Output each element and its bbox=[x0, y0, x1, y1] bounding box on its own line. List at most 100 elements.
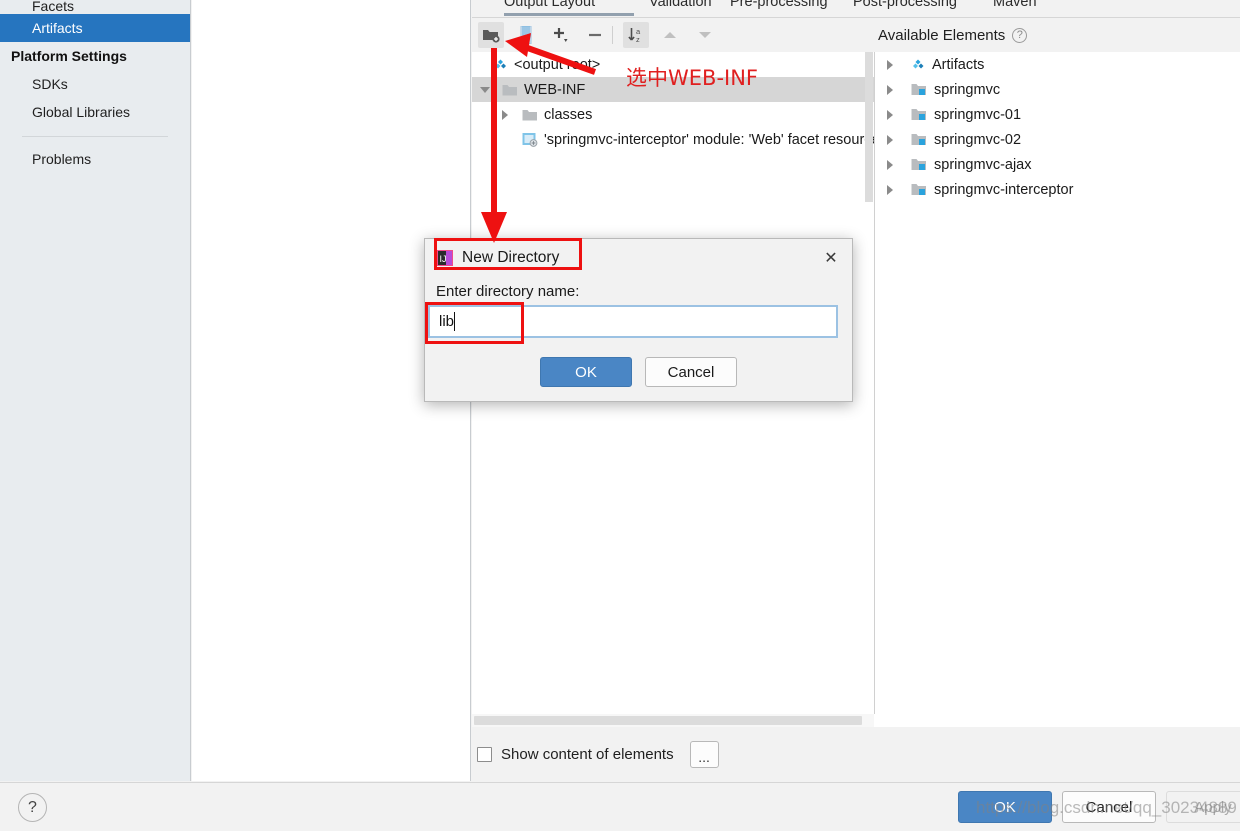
available-elements-tree[interactable]: Artifacts springmvc springmvc-01 springm… bbox=[875, 52, 1240, 714]
expand-toggle[interactable] bbox=[881, 177, 899, 202]
module-folder-icon bbox=[911, 84, 926, 95]
sidebar-group-platform-settings: Platform Settings bbox=[0, 42, 190, 70]
tree-item-label: 'springmvc-interceptor' module: 'Web' fa… bbox=[544, 131, 874, 148]
tree-item-label: springmvc bbox=[934, 81, 1001, 98]
tree-item-label: <output root> bbox=[514, 56, 601, 73]
tree-item-label: springmvc-01 bbox=[934, 106, 1022, 123]
table-row[interactable]: springmvc bbox=[875, 77, 1240, 102]
table-row[interactable]: springmvc-ajax bbox=[875, 152, 1240, 177]
dialog-cancel-button[interactable]: Cancel bbox=[645, 357, 737, 387]
cancel-button[interactable]: Cancel bbox=[1062, 791, 1156, 823]
output-layout-bottom-bar: Show content of elements ... bbox=[472, 727, 1240, 781]
settings-window: Facets Artifacts Platform Settings SDKs … bbox=[0, 0, 1240, 831]
scrollbar-thumb[interactable] bbox=[865, 52, 873, 202]
expand-toggle[interactable] bbox=[476, 77, 494, 102]
tab-post-processing[interactable]: Post-processing bbox=[853, 0, 957, 10]
sidebar-item-artifacts[interactable]: Artifacts bbox=[0, 14, 190, 42]
svg-text:z: z bbox=[636, 35, 640, 44]
available-elements-title: Available Elements bbox=[878, 26, 1006, 44]
expand-toggle[interactable] bbox=[496, 102, 514, 127]
module-folder-icon bbox=[911, 159, 926, 170]
move-down-button[interactable] bbox=[692, 22, 718, 48]
tree-item-label: springmvc-ajax bbox=[934, 156, 1032, 173]
table-row[interactable]: 'springmvc-interceptor' module: 'Web' fa… bbox=[472, 127, 874, 152]
tree-horizontal-scrollbar[interactable] bbox=[472, 714, 874, 727]
expand-toggle[interactable] bbox=[881, 152, 899, 177]
toolbar-separator bbox=[612, 26, 613, 44]
tab-active-indicator bbox=[504, 13, 634, 16]
sidebar-item-global-libraries[interactable]: Global Libraries bbox=[0, 98, 190, 126]
scrollbar-thumb[interactable] bbox=[474, 716, 862, 725]
add-button[interactable] bbox=[548, 22, 574, 48]
available-elements-header: Available Elements ? bbox=[874, 18, 1240, 52]
dialog-footer bbox=[0, 782, 1240, 831]
plus-icon bbox=[554, 28, 568, 42]
table-row[interactable]: <output root> bbox=[472, 52, 874, 77]
settings-sidebar: Facets Artifacts Platform Settings SDKs … bbox=[0, 0, 191, 781]
sidebar-group-label: Platform Settings bbox=[11, 48, 127, 64]
table-row[interactable]: classes bbox=[472, 102, 874, 127]
text-caret bbox=[454, 312, 455, 331]
sidebar-item-label: Artifacts bbox=[32, 20, 83, 36]
module-folder-icon bbox=[911, 134, 926, 145]
tree-item-label: classes bbox=[544, 106, 593, 123]
expand-toggle[interactable] bbox=[881, 77, 899, 102]
tree-item-label: springmvc-02 bbox=[934, 131, 1022, 148]
sort-az-icon: a z bbox=[628, 27, 641, 44]
svg-text:IJ: IJ bbox=[440, 254, 447, 264]
minus-icon bbox=[589, 33, 601, 37]
sidebar-divider bbox=[22, 136, 168, 137]
tab-output-layout[interactable]: Output Layout bbox=[504, 0, 595, 10]
directory-name-input[interactable]: lib bbox=[428, 305, 838, 338]
ok-button[interactable]: OK bbox=[958, 791, 1052, 823]
apply-button[interactable]: Apply bbox=[1166, 791, 1240, 823]
facet-resource-icon bbox=[522, 133, 538, 147]
artifact-tab-strip: Output Layout Validation Pre-processing … bbox=[472, 0, 1240, 18]
sidebar-item-label: Problems bbox=[32, 151, 92, 167]
table-row[interactable]: Artifacts bbox=[875, 52, 1240, 77]
expand-toggle[interactable] bbox=[881, 52, 899, 77]
tree-item-label: WEB-INF bbox=[524, 81, 586, 98]
sidebar-item-problems[interactable]: Problems bbox=[0, 145, 190, 173]
remove-button[interactable] bbox=[582, 22, 608, 48]
sidebar-item-sdks[interactable]: SDKs bbox=[0, 70, 190, 98]
dialog-title-bar: IJ New Directory ✕ bbox=[425, 239, 852, 276]
show-content-label: Show content of elements bbox=[501, 745, 674, 763]
table-row[interactable]: springmvc-interceptor bbox=[875, 177, 1240, 202]
tab-maven[interactable]: Maven bbox=[993, 0, 1037, 10]
tree-vertical-scrollbar[interactable] bbox=[864, 52, 874, 714]
chevron-down-icon bbox=[699, 32, 711, 38]
table-row[interactable]: springmvc-01 bbox=[875, 102, 1240, 127]
browse-button[interactable]: ... bbox=[689, 740, 719, 768]
expand-toggle[interactable] bbox=[881, 127, 899, 152]
show-content-checkbox[interactable] bbox=[477, 746, 492, 762]
sidebar-item-label: Facets bbox=[32, 0, 75, 14]
sidebar-item-facets[interactable]: Facets bbox=[0, 0, 190, 14]
dialog-title: New Directory bbox=[462, 248, 560, 266]
artifact-diamond-icon bbox=[913, 59, 924, 68]
expand-toggle[interactable] bbox=[881, 102, 899, 127]
sidebar-item-label: SDKs bbox=[32, 76, 68, 92]
artifact-diamond-icon bbox=[495, 59, 506, 68]
create-archive-button[interactable] bbox=[513, 22, 539, 48]
directory-name-value: lib bbox=[439, 313, 455, 330]
move-up-button[interactable] bbox=[657, 22, 683, 48]
expand-toggle[interactable] bbox=[476, 52, 494, 77]
table-row[interactable]: WEB-INF bbox=[472, 77, 874, 102]
help-button[interactable]: ? bbox=[18, 793, 47, 822]
tab-pre-processing[interactable]: Pre-processing bbox=[730, 0, 828, 10]
close-icon[interactable]: ✕ bbox=[820, 247, 842, 269]
tree-item-label: Artifacts bbox=[932, 56, 985, 73]
help-icon[interactable]: ? bbox=[1012, 27, 1028, 43]
tab-validation[interactable]: Validation bbox=[649, 0, 712, 10]
directory-name-label: Enter directory name: bbox=[436, 283, 580, 300]
table-row[interactable]: springmvc-02 bbox=[875, 127, 1240, 152]
folder-plus-icon bbox=[483, 30, 500, 43]
sidebar-item-label: Global Libraries bbox=[32, 104, 131, 120]
create-directory-button[interactable] bbox=[478, 22, 504, 48]
expand-toggle[interactable] bbox=[496, 127, 514, 152]
chevron-up-icon bbox=[664, 32, 676, 38]
intellij-app-icon: IJ bbox=[437, 249, 453, 266]
dialog-ok-button[interactable]: OK bbox=[540, 357, 632, 387]
sort-button[interactable]: a z bbox=[623, 22, 649, 48]
